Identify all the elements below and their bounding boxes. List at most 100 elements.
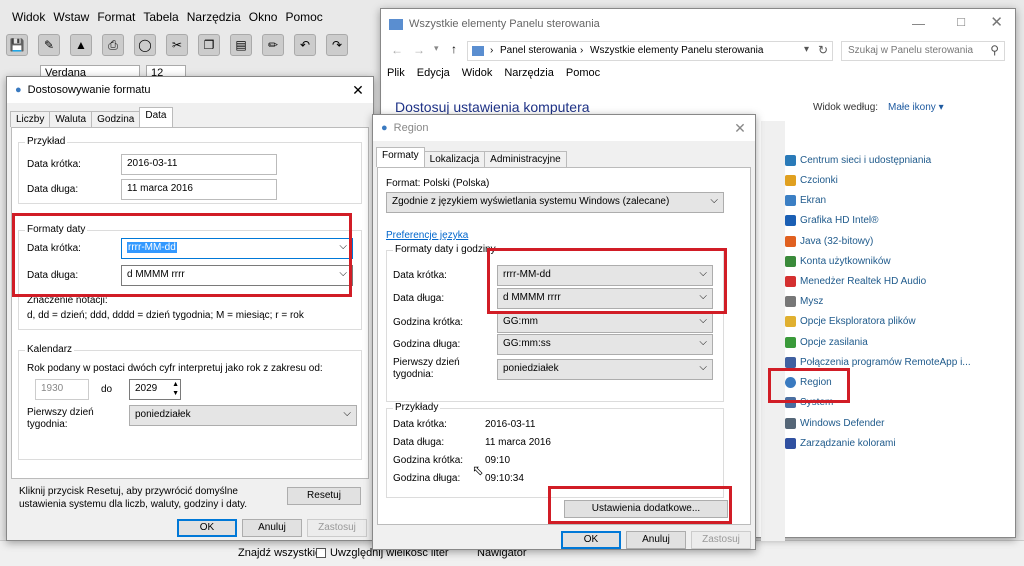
cp-heading: Dostosuj ustawienia komputera	[395, 99, 590, 115]
pdf-icon[interactable]: ▲	[70, 34, 92, 56]
print-icon[interactable]: ⎙	[102, 34, 124, 56]
redo-icon[interactable]: ↷	[326, 34, 348, 56]
edit-doc-icon[interactable]: ✎	[38, 34, 60, 56]
cp-menu-narzedzia[interactable]: Narzędzia	[504, 67, 554, 79]
scroll-gap	[761, 121, 785, 541]
long-time-select[interactable]: GG:mm:ss	[497, 334, 713, 355]
cp-menu-edycja[interactable]: Edycja	[417, 67, 450, 79]
close-icon[interactable]: ✕	[343, 82, 373, 99]
tab-date[interactable]: Data	[139, 107, 173, 127]
format-select[interactable]: Zgodnie z językiem wyświetlania systemu …	[386, 192, 724, 213]
close-icon[interactable]: ✕	[725, 120, 755, 137]
short-time-select[interactable]: GG:mm	[497, 312, 713, 333]
cp-item-explorer-options[interactable]: Opcje Eksploratora plików	[785, 316, 916, 327]
cp-search-input[interactable]: Szukaj w Panelu sterowania ⚲	[841, 41, 1005, 61]
reset-button[interactable]: Resetuj	[287, 487, 361, 505]
match-case-checkbox[interactable]	[316, 548, 326, 558]
tab-formats[interactable]: Formaty	[376, 147, 425, 167]
search-icon[interactable]: ⚲	[990, 43, 999, 57]
close-icon[interactable]: ✕	[990, 13, 1003, 31]
up-icon[interactable]: ↑	[451, 42, 457, 56]
menu-okno[interactable]: Okno	[245, 8, 282, 28]
menu-narzedzia[interactable]: Narzędzia	[183, 8, 245, 28]
cp-item-mouse[interactable]: Mysz	[785, 296, 823, 307]
tab-numbers[interactable]: Liczby	[10, 111, 51, 127]
apply-button[interactable]: Zastosuj	[307, 519, 367, 537]
menu-widok[interactable]: Widok	[8, 8, 49, 28]
mouse-cursor-icon: ⬁	[472, 462, 484, 478]
cp-menu-plik[interactable]: Plik	[387, 67, 405, 79]
cp-item-color-management[interactable]: Zarządzanie kolorami	[785, 438, 896, 449]
fmt-title: Dostosowywanie formatu	[27, 84, 151, 96]
cp-item-network[interactable]: Centrum sieci i udostępniania	[785, 155, 931, 166]
first-day-select[interactable]: poniedziałek	[129, 405, 357, 426]
breadcrumb-arrow-icon: ›	[580, 45, 584, 56]
menu-wstaw[interactable]: Wstaw	[49, 8, 93, 28]
preview-icon[interactable]: ◯	[134, 34, 156, 56]
cp-item-remoteapp[interactable]: Połączenia programów RemoteApp i...	[785, 357, 971, 368]
maximize-icon[interactable]: □	[957, 14, 965, 29]
view-mode-link[interactable]: Małe ikony ▾	[888, 102, 944, 113]
undo-icon[interactable]: ↶	[294, 34, 316, 56]
cp-item-java[interactable]: Java (32-bitowy)	[785, 236, 873, 247]
menu-tabela[interactable]: Tabela	[139, 8, 182, 28]
cut-icon[interactable]: ✂	[166, 34, 188, 56]
tab-location[interactable]: Lokalizacja	[423, 151, 486, 167]
refresh-icon[interactable]: ↻	[818, 43, 828, 57]
find-all-label[interactable]: Znajdź wszystkie	[238, 547, 321, 559]
cp-item-power[interactable]: Opcje zasilania	[785, 337, 868, 348]
back-icon[interactable]: ←	[391, 43, 403, 57]
breadcrumb-panel[interactable]: Panel sterowania	[500, 45, 577, 56]
cp-item-user-accounts[interactable]: Konta użytkowników	[785, 256, 891, 267]
copy-icon[interactable]: ❐	[198, 34, 220, 56]
cp-item-label: Windows Defender	[800, 418, 885, 429]
examples-title: Przykłady	[393, 402, 441, 413]
menu-pomoc[interactable]: Pomoc	[281, 8, 326, 28]
breadcrumb-all-items[interactable]: Wszystkie elementy Panelu sterowania	[590, 45, 763, 56]
example-value: 09:10:34	[485, 473, 524, 484]
screen: Widok Wstaw Format Tabela Narzędzia Okno…	[0, 0, 1024, 566]
ok-button[interactable]: OK	[561, 531, 621, 549]
cp-item-display[interactable]: Ekran	[785, 195, 826, 206]
cp-item-realtek[interactable]: Menedżer Realtek HD Audio	[785, 276, 926, 287]
dropdown-icon[interactable]: ▾	[804, 44, 809, 55]
example-value: 2016-03-11	[485, 419, 536, 430]
example-label: Godzina krótka:	[393, 455, 464, 466]
apply-button[interactable]: Zastosuj	[691, 531, 751, 549]
language-preferences-link[interactable]: Preferencje języka	[386, 230, 468, 241]
tab-time[interactable]: Godzina	[91, 111, 141, 127]
minimize-icon[interactable]: —	[912, 16, 925, 31]
defender-icon	[785, 418, 796, 429]
first-day-select[interactable]: poniedziałek	[497, 359, 713, 380]
ok-button[interactable]: OK	[177, 519, 237, 537]
cp-menu-pomoc[interactable]: Pomoc	[566, 67, 600, 79]
tab-currency[interactable]: Waluta	[49, 111, 93, 127]
example-label: Godzina długa:	[393, 473, 461, 484]
cp-item-intel-graphics[interactable]: Grafika HD Intel®	[785, 215, 879, 226]
cp-small-icon	[472, 46, 484, 56]
paste-icon[interactable]: ▤	[230, 34, 252, 56]
cancel-button[interactable]: Anuluj	[242, 519, 302, 537]
user-accounts-icon	[785, 256, 796, 267]
short-time-label: Godzina krótka:	[393, 317, 464, 328]
tab-administrative[interactable]: Administracyjne	[484, 151, 567, 167]
cp-item-label: Mysz	[800, 296, 824, 307]
fmt-date-panel: Przykład Data krótka: 2016-03-11 Data dł…	[11, 127, 369, 479]
cp-menu-widok[interactable]: Widok	[462, 67, 493, 79]
realtek-audio-icon	[785, 276, 796, 287]
calendar-group-title: Kalendarz	[25, 344, 75, 355]
spin-icon[interactable]: ▲ ▼	[172, 380, 179, 398]
recent-chevron-icon[interactable]: ▾	[434, 43, 439, 54]
cp-item-defender[interactable]: Windows Defender	[785, 418, 884, 429]
menu-format[interactable]: Format	[93, 8, 139, 28]
format-brush-icon[interactable]: ✏	[262, 34, 284, 56]
cp-item-label: Konta użytkowników	[800, 256, 891, 267]
save-icon[interactable]: 💾	[6, 34, 28, 56]
cp-item-fonts[interactable]: Czcionki	[785, 175, 838, 186]
year-to-field[interactable]: 2029 ▲ ▼	[129, 379, 181, 400]
cancel-button[interactable]: Anuluj	[626, 531, 686, 549]
short-date-label: Data krótka:	[27, 159, 81, 170]
address-box[interactable]: › Panel sterowania › Wszystkie elementy …	[467, 41, 833, 61]
forward-icon[interactable]: →	[413, 43, 425, 57]
fmt-titlebar: ● Dostosowywanie formatu ✕	[7, 77, 373, 103]
